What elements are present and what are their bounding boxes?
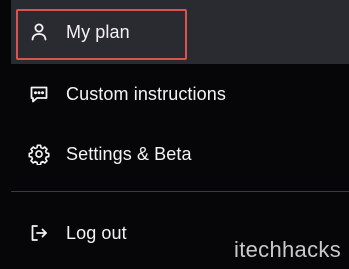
menu-divider	[11, 191, 349, 192]
menu-item-custom-instructions[interactable]: Custom instructions	[11, 64, 349, 124]
watermark: itechhacks	[234, 237, 341, 262]
user-icon	[28, 21, 50, 43]
gear-icon	[28, 143, 50, 165]
chat-bubble-icon	[28, 83, 50, 105]
menu-item-label: My plan	[66, 21, 130, 42]
menu-item-label: Custom instructions	[66, 83, 226, 104]
menu-item-label: Settings & Beta	[66, 143, 192, 164]
menu-item-label: Log out	[66, 222, 127, 243]
logout-icon	[28, 222, 50, 244]
menu-item-settings-beta[interactable]: Settings & Beta	[11, 124, 349, 184]
menu-item-my-plan[interactable]: My plan	[11, 0, 349, 64]
account-menu: My plan Custom instructions Settings & B…	[11, 0, 349, 269]
